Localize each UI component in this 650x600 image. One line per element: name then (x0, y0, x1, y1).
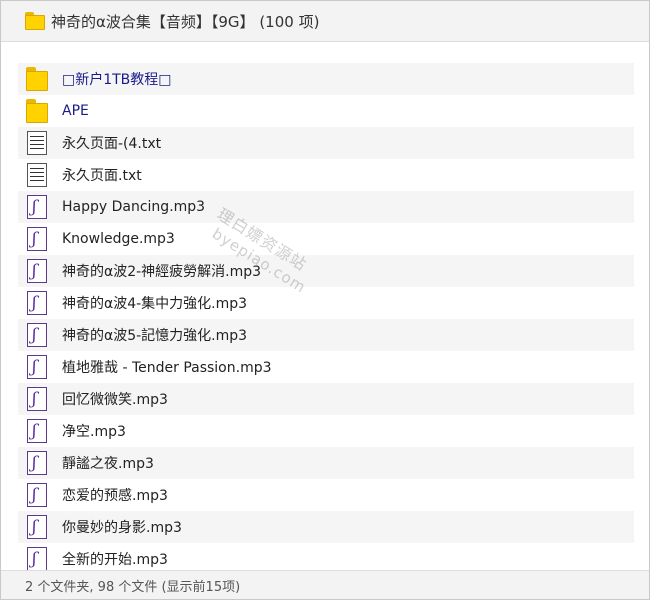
file-name: 靜謐之夜.mp3 (62, 456, 154, 472)
audio-file-icon: ʃ (26, 547, 48, 571)
folder-icon (25, 12, 45, 30)
text-file-icon (26, 131, 48, 155)
file-name: Happy Dancing.mp3 (62, 199, 206, 215)
file-list: □新户1TB教程□ APE 永久页面-(4.txt 永久页面.txt ʃ Happy Da… (18, 63, 634, 571)
audio-file-icon: ʃ (26, 483, 48, 507)
status-bar: 2 个文件夹, 98 个文件 (显示前15项) (1, 570, 649, 599)
file-name: 永久页面.txt (62, 168, 142, 184)
file-row[interactable]: ʃ Knowledge.mp3 (18, 223, 634, 255)
file-row[interactable]: ʃ 回忆微微笑.mp3 (18, 383, 634, 415)
file-name: 恋爱的预感.mp3 (62, 488, 168, 504)
audio-file-icon: ʃ (26, 419, 48, 443)
file-row[interactable]: ʃ Happy Dancing.mp3 (18, 191, 634, 223)
file-name: 神奇的α波5-記憶力強化.mp3 (62, 328, 248, 344)
file-name: 回忆微微笑.mp3 (62, 392, 168, 408)
audio-file-icon: ʃ (26, 387, 48, 411)
file-row[interactable]: ʃ 神奇的α波4-集中力強化.mp3 (18, 287, 634, 319)
file-row[interactable]: ʃ 神奇的α波5-記憶力強化.mp3 (18, 319, 634, 351)
folder-icon (26, 67, 48, 91)
file-row[interactable]: ʃ 靜謐之夜.mp3 (18, 447, 634, 479)
file-name: APE (62, 103, 89, 119)
audio-file-icon: ʃ (26, 227, 48, 251)
file-name: Knowledge.mp3 (62, 231, 175, 247)
audio-file-icon: ʃ (26, 323, 48, 347)
file-name: 全新的开始.mp3 (62, 552, 168, 568)
file-name: 你曼妙的身影.mp3 (62, 520, 182, 536)
file-name: 永久页面-(4.txt (62, 136, 162, 152)
audio-file-icon: ʃ (26, 451, 48, 475)
folder-icon (26, 99, 48, 123)
file-row[interactable]: ʃ 神奇的α波2-神經疲勞解消.mp3 (18, 255, 634, 287)
folder-title: 神奇的α波合集【音频】【9G】 (100 项) (51, 12, 320, 31)
text-file-icon (26, 163, 48, 187)
file-name: 神奇的α波4-集中力強化.mp3 (62, 296, 248, 312)
folder-row[interactable]: APE (18, 95, 634, 127)
status-text: 2 个文件夹, 98 个文件 (显示前15项) (25, 579, 241, 595)
audio-file-icon: ʃ (26, 355, 48, 379)
file-row[interactable]: 永久页面-(4.txt (18, 127, 634, 159)
header-bar: 神奇的α波合集【音频】【9G】 (100 项) (1, 1, 649, 42)
file-name: 植地雅哉 - Tender Passion.mp3 (62, 360, 272, 376)
file-listing-window: 神奇的α波合集【音频】【9G】 (100 项) □新户1TB教程□ APE 永久页面… (0, 0, 650, 600)
file-row[interactable]: 永久页面.txt (18, 159, 634, 191)
file-name: 神奇的α波2-神經疲勞解消.mp3 (62, 264, 262, 280)
file-row[interactable]: ʃ 全新的开始.mp3 (18, 543, 634, 571)
folder-row[interactable]: □新户1TB教程□ (18, 63, 634, 95)
audio-file-icon: ʃ (26, 515, 48, 539)
audio-file-icon: ʃ (26, 259, 48, 283)
file-row[interactable]: ʃ 你曼妙的身影.mp3 (18, 511, 634, 543)
file-row[interactable]: ʃ 净空.mp3 (18, 415, 634, 447)
file-row[interactable]: ʃ 植地雅哉 - Tender Passion.mp3 (18, 351, 634, 383)
file-name: 净空.mp3 (62, 424, 126, 440)
audio-file-icon: ʃ (26, 195, 48, 219)
audio-file-icon: ʃ (26, 291, 48, 315)
file-name: □新户1TB教程□ (62, 72, 172, 88)
file-row[interactable]: ʃ 恋爱的预感.mp3 (18, 479, 634, 511)
